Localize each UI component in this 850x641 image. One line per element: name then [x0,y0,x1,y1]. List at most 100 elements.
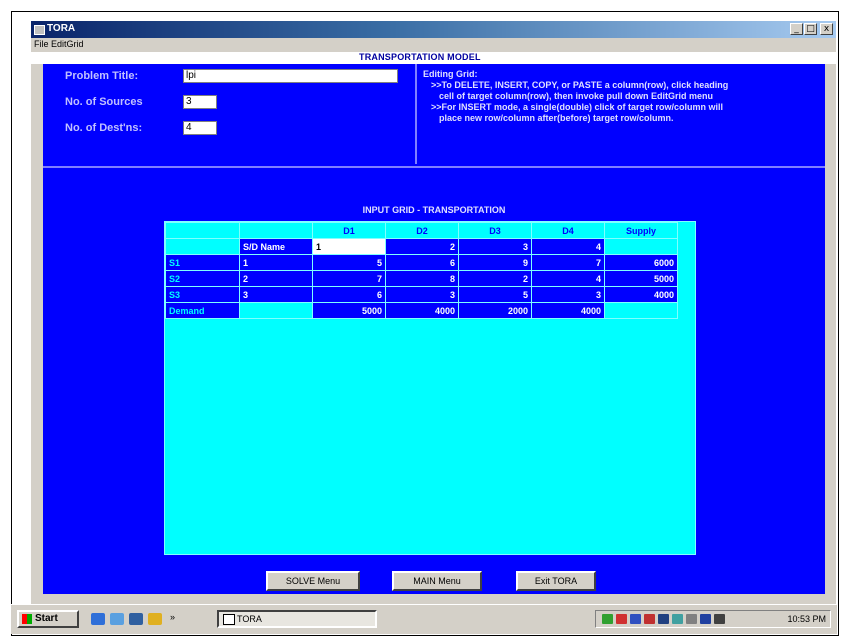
destinations-label: No. of Dest'ns: [65,122,143,134]
grid-cell[interactable]: 8 [385,270,459,287]
help-line: place new row/column after(before) targe… [439,113,674,123]
caption-bar: TRANSPORTATION MODEL [31,52,836,64]
grid-cell[interactable]: 3 [458,238,532,255]
tora-window: TORA _ □ x File EditGrid TRANSPORTATION … [31,21,836,633]
outlook-icon[interactable] [110,613,124,625]
column-header-d2[interactable]: D2 [385,222,459,239]
grid-cell[interactable]: 4 [531,270,605,287]
grid-cell[interactable] [604,302,678,319]
row-header-s3[interactable]: S3 [165,286,240,303]
grid-cell[interactable] [165,238,240,255]
desktop-icon[interactable] [129,613,143,625]
panel-divider [415,64,417,164]
demand-row: Demand 5000 4000 2000 4000 [165,302,678,319]
grid-cell[interactable]: 2 [458,270,532,287]
supply-cell[interactable]: 5000 [604,270,678,287]
menu-editgrid[interactable]: EditGrid [51,39,84,49]
grid-title: INPUT GRID - TRANSPORTATION [362,205,506,215]
solve-menu-button[interactable]: SOLVE Menu [266,571,360,591]
grid-cell[interactable]: 2 [239,270,313,287]
system-tray: 10:53 PM [595,610,831,628]
row-header-s2[interactable]: S2 [165,270,240,287]
sd-name-label: S/D Name [239,238,313,255]
button-bar: SOLVE Menu MAIN Menu Exit TORA [43,566,825,594]
grid-cell[interactable]: 9 [458,254,532,271]
help-line: >>To DELETE, INSERT, COPY, or PASTE a co… [431,80,729,90]
folder-icon[interactable] [148,613,162,625]
demand-cell[interactable]: 4000 [531,302,605,319]
supply-cell[interactable]: 4000 [604,286,678,303]
menu-file[interactable]: File [34,39,49,49]
tray-icon[interactable] [700,614,711,624]
taskbar: Start » TORA 10:53 PM [11,604,837,634]
tray-icon[interactable] [616,614,627,624]
column-header-d1[interactable]: D1 [312,222,386,239]
grid-cell[interactable]: 1 [239,254,313,271]
row-header-demand[interactable]: Demand [165,302,240,319]
client-area: Problem Title: lpi No. of Sources 3 No. … [43,64,825,594]
row-header-s1[interactable]: S1 [165,254,240,271]
grid-cell[interactable]: 2 [385,238,459,255]
grid-cell[interactable]: 3 [531,286,605,303]
table-row: S3 3 6 3 5 3 4000 [165,286,678,303]
grid-cell[interactable]: 7 [531,254,605,271]
clock: 10:53 PM [787,614,826,624]
column-header-d4[interactable]: D4 [531,222,605,239]
table-row: S2 2 7 8 2 4 5000 [165,270,678,287]
tray-icon[interactable] [658,614,669,624]
maximize-button[interactable]: □ [804,23,817,35]
table-row: S1 1 5 6 9 7 6000 [165,254,678,271]
tray-icon[interactable] [714,614,725,624]
corner-cell[interactable] [165,222,240,239]
main-menu-button[interactable]: MAIN Menu [392,571,482,591]
header-row: D1 D2 D3 D4 Supply [165,222,678,239]
quicklaunch-chevron-icon[interactable]: » [170,612,175,622]
windows-logo-icon [22,614,32,624]
grid-cell[interactable] [239,302,313,319]
grid-cell[interactable] [604,238,678,255]
start-button[interactable]: Start [17,610,79,628]
destinations-input[interactable]: 4 [183,121,217,135]
close-button[interactable]: x [820,23,833,35]
grid-cell[interactable]: 3 [385,286,459,303]
demand-cell[interactable]: 4000 [385,302,459,319]
grid-cell[interactable]: 3 [239,286,313,303]
task-label: TORA [237,614,262,624]
model-caption: TRANSPORTATION MODEL [359,52,481,62]
grid-cell[interactable]: 4 [531,238,605,255]
title-bar[interactable]: TORA _ □ x [31,21,836,38]
help-line: >>For INSERT mode, a single(double) clic… [431,102,724,112]
tray-icon[interactable] [602,614,613,624]
help-line: cell of target column(row), then invoke … [439,91,714,101]
name-row: S/D Name 1 2 3 4 [165,238,678,255]
supply-cell[interactable]: 6000 [604,254,678,271]
transportation-table: D1 D2 D3 D4 Supply S/D Name 1 2 3 4 S1 1… [165,222,678,319]
window-icon [223,614,235,625]
tray-icon[interactable] [644,614,655,624]
tray-icon[interactable] [686,614,697,624]
column-header-d3[interactable]: D3 [458,222,532,239]
grid-cell[interactable]: 5 [312,254,386,271]
demand-cell[interactable]: 2000 [458,302,532,319]
column-header-supply[interactable]: Supply [604,222,678,239]
sources-input[interactable]: 3 [183,95,217,109]
grid-cell[interactable]: 5 [458,286,532,303]
exit-tora-button[interactable]: Exit TORA [516,571,596,591]
tray-icon[interactable] [672,614,683,624]
sources-label: No. of Sources [65,96,143,108]
grid-cell-editing[interactable]: 1 [312,238,386,255]
taskbar-button-tora[interactable]: TORA [217,610,377,628]
ie-icon[interactable] [91,613,105,625]
menu-bar: File EditGrid [31,38,836,52]
input-panel: Problem Title: lpi No. of Sources 3 No. … [43,64,825,168]
problem-title-input[interactable]: lpi [183,69,398,83]
minimize-button[interactable]: _ [790,23,803,35]
demand-cell[interactable]: 5000 [312,302,386,319]
tray-icon[interactable] [630,614,641,624]
grid-cell[interactable]: 7 [312,270,386,287]
grid-cell[interactable]: 6 [312,286,386,303]
grid-cell[interactable]: 6 [385,254,459,271]
input-grid: D1 D2 D3 D4 Supply S/D Name 1 2 3 4 S1 1… [164,221,696,555]
start-label: Start [35,613,58,624]
column-header[interactable] [239,222,313,239]
